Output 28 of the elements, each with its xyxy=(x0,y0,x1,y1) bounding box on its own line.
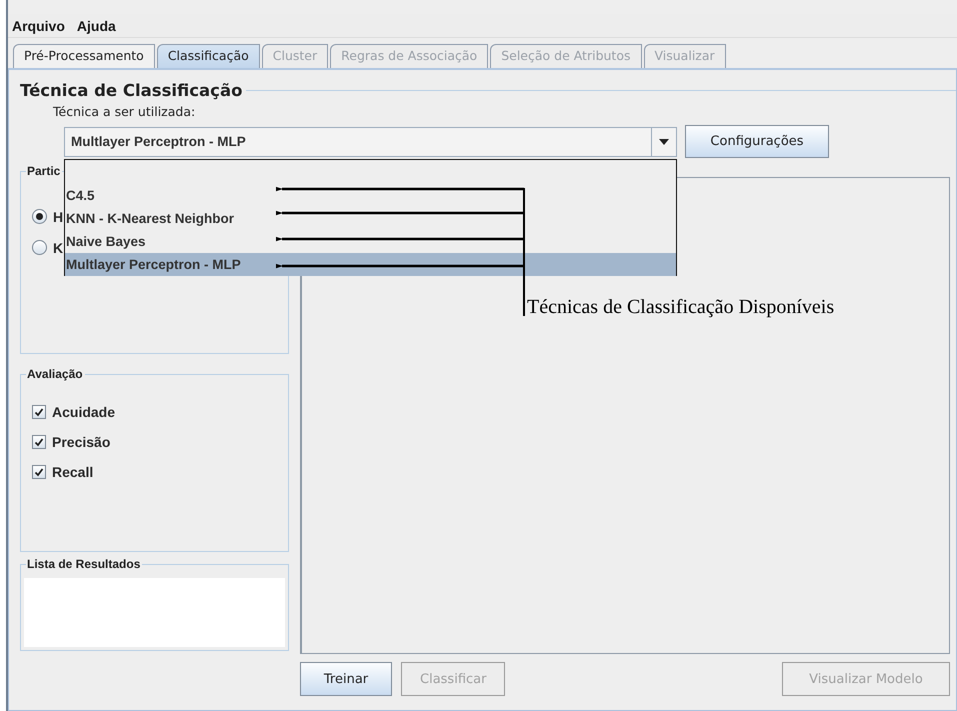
checkbox[interactable] xyxy=(32,405,46,419)
menu-item[interactable]: Arquivo xyxy=(12,18,65,34)
technique-dropdown[interactable]: Multlayer Perceptron - MLP xyxy=(64,126,677,156)
checkbox[interactable] xyxy=(32,435,46,449)
group-title: Partic xyxy=(26,164,62,178)
field-label: Técnica a ser utilizada: xyxy=(53,104,196,120)
radio-button[interactable] xyxy=(32,240,47,255)
group-title: Avaliação xyxy=(26,367,85,381)
dropdown-option[interactable]: Naive Bayes xyxy=(65,230,676,253)
caret-icon xyxy=(659,138,669,144)
dropdown-option[interactable]: KNN - K-Nearest Neighbor xyxy=(65,207,676,230)
dropdown-option[interactable]: Multlayer Perceptron - MLP xyxy=(65,253,676,276)
section-title: Técnica de Classificação xyxy=(19,80,244,100)
radio-label: K xyxy=(53,240,64,256)
settings-button[interactable]: Configurações xyxy=(685,125,829,158)
dropdown-option[interactable]: C4.5 xyxy=(65,184,676,207)
tab[interactable]: Pré-Processamento xyxy=(13,44,155,68)
radio-button[interactable] xyxy=(32,209,47,224)
checkbox-label: Recall xyxy=(52,464,94,480)
tab[interactable]: Classificação xyxy=(156,44,260,68)
menu-item[interactable]: Ajuda xyxy=(76,18,116,34)
checkbox-label: Acuidade xyxy=(52,404,116,420)
radio-label: H xyxy=(53,208,64,224)
action-button[interactable]: Treinar xyxy=(300,662,392,696)
checkbox-label: Precisão xyxy=(52,434,110,450)
group-title: Lista de Resultados xyxy=(26,557,142,571)
callout-label: Técnicas de Classificação Disponíveis xyxy=(527,296,834,319)
checkbox[interactable] xyxy=(32,465,46,479)
